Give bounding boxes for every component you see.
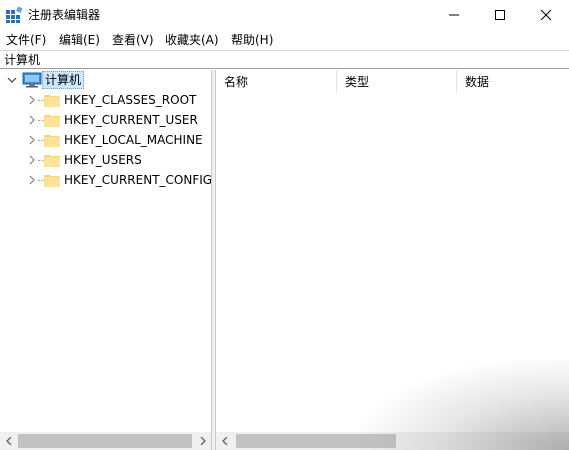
minimize-icon xyxy=(449,14,459,16)
scroll-thumb[interactable] xyxy=(18,434,192,448)
scroll-right-button[interactable] xyxy=(194,432,211,450)
menu-bar: 文件(F) 编辑(E) 查看(V) 收藏夹(A) 帮助(H) xyxy=(0,30,569,50)
chevron-right-icon xyxy=(200,437,206,445)
tree-label[interactable]: HKEY_LOCAL_MACHINE xyxy=(64,132,203,148)
title-bar[interactable]: 注册表编辑器 xyxy=(0,0,569,30)
tree-pane[interactable]: 计算机 HKEY_CLASSES_ROOT HKEY_CURRENT_USER … xyxy=(0,70,211,432)
menu-favorites[interactable]: 收藏夹(A) xyxy=(165,32,219,48)
tree-label[interactable]: HKEY_CURRENT_CONFIG xyxy=(64,172,211,188)
chevron-down-icon[interactable] xyxy=(7,75,17,85)
scroll-thumb[interactable] xyxy=(236,434,396,448)
tree-item-hkey-local-machine[interactable]: HKEY_LOCAL_MACHINE xyxy=(0,130,211,150)
chevron-left-icon xyxy=(6,437,12,445)
tree-label[interactable]: HKEY_CLASSES_ROOT xyxy=(64,92,196,108)
chevron-right-icon[interactable] xyxy=(27,115,37,125)
window-title: 注册表编辑器 xyxy=(28,8,101,22)
column-header-name[interactable]: 名称 xyxy=(216,70,337,94)
maximize-button[interactable] xyxy=(477,0,523,30)
menu-help[interactable]: 帮助(H) xyxy=(231,32,273,48)
chevron-right-icon[interactable] xyxy=(27,175,37,185)
values-horizontal-scrollbar[interactable] xyxy=(216,432,569,450)
tree-item-hkey-users[interactable]: HKEY_USERS xyxy=(0,150,211,170)
folder-icon xyxy=(44,175,60,187)
tree-item-hkey-current-user[interactable]: HKEY_CURRENT_USER xyxy=(0,110,211,130)
chevron-right-icon[interactable] xyxy=(27,95,37,105)
address-bar[interactable]: 计算机 xyxy=(0,50,569,69)
menu-view[interactable]: 查看(V) xyxy=(112,32,154,48)
chevron-right-icon[interactable] xyxy=(27,155,37,165)
folder-icon xyxy=(44,155,60,167)
column-header-data[interactable]: 数据 xyxy=(457,70,569,94)
folder-icon xyxy=(44,135,60,147)
tree-item-hkey-classes-root[interactable]: HKEY_CLASSES_ROOT xyxy=(0,90,211,110)
chevron-left-icon xyxy=(222,437,228,445)
menu-file[interactable]: 文件(F) xyxy=(6,32,46,48)
values-pane[interactable]: 名称 类型 数据 xyxy=(216,70,569,432)
folder-icon xyxy=(44,115,60,127)
scroll-left-button[interactable] xyxy=(216,432,233,450)
registry-editor-icon xyxy=(6,7,23,23)
close-icon xyxy=(540,9,552,21)
tree-label[interactable]: HKEY_USERS xyxy=(64,152,142,168)
folder-icon xyxy=(44,95,60,107)
chevron-right-icon[interactable] xyxy=(27,135,37,145)
tree-item-hkey-current-config[interactable]: HKEY_CURRENT_CONFIG xyxy=(0,170,211,190)
column-header-type[interactable]: 类型 xyxy=(337,70,457,94)
maximize-icon xyxy=(495,10,505,20)
tree-item-computer[interactable]: 计算机 xyxy=(0,70,211,90)
tree-label[interactable]: HKEY_CURRENT_USER xyxy=(64,112,198,128)
tree-label-computer[interactable]: 计算机 xyxy=(42,71,85,89)
close-button[interactable] xyxy=(523,0,569,30)
computer-icon xyxy=(22,72,42,88)
address-path[interactable]: 计算机 xyxy=(4,52,40,68)
menu-edit[interactable]: 编辑(E) xyxy=(59,32,100,48)
tree-horizontal-scrollbar[interactable] xyxy=(0,432,211,450)
minimize-button[interactable] xyxy=(431,0,477,30)
scroll-left-button[interactable] xyxy=(0,432,17,450)
